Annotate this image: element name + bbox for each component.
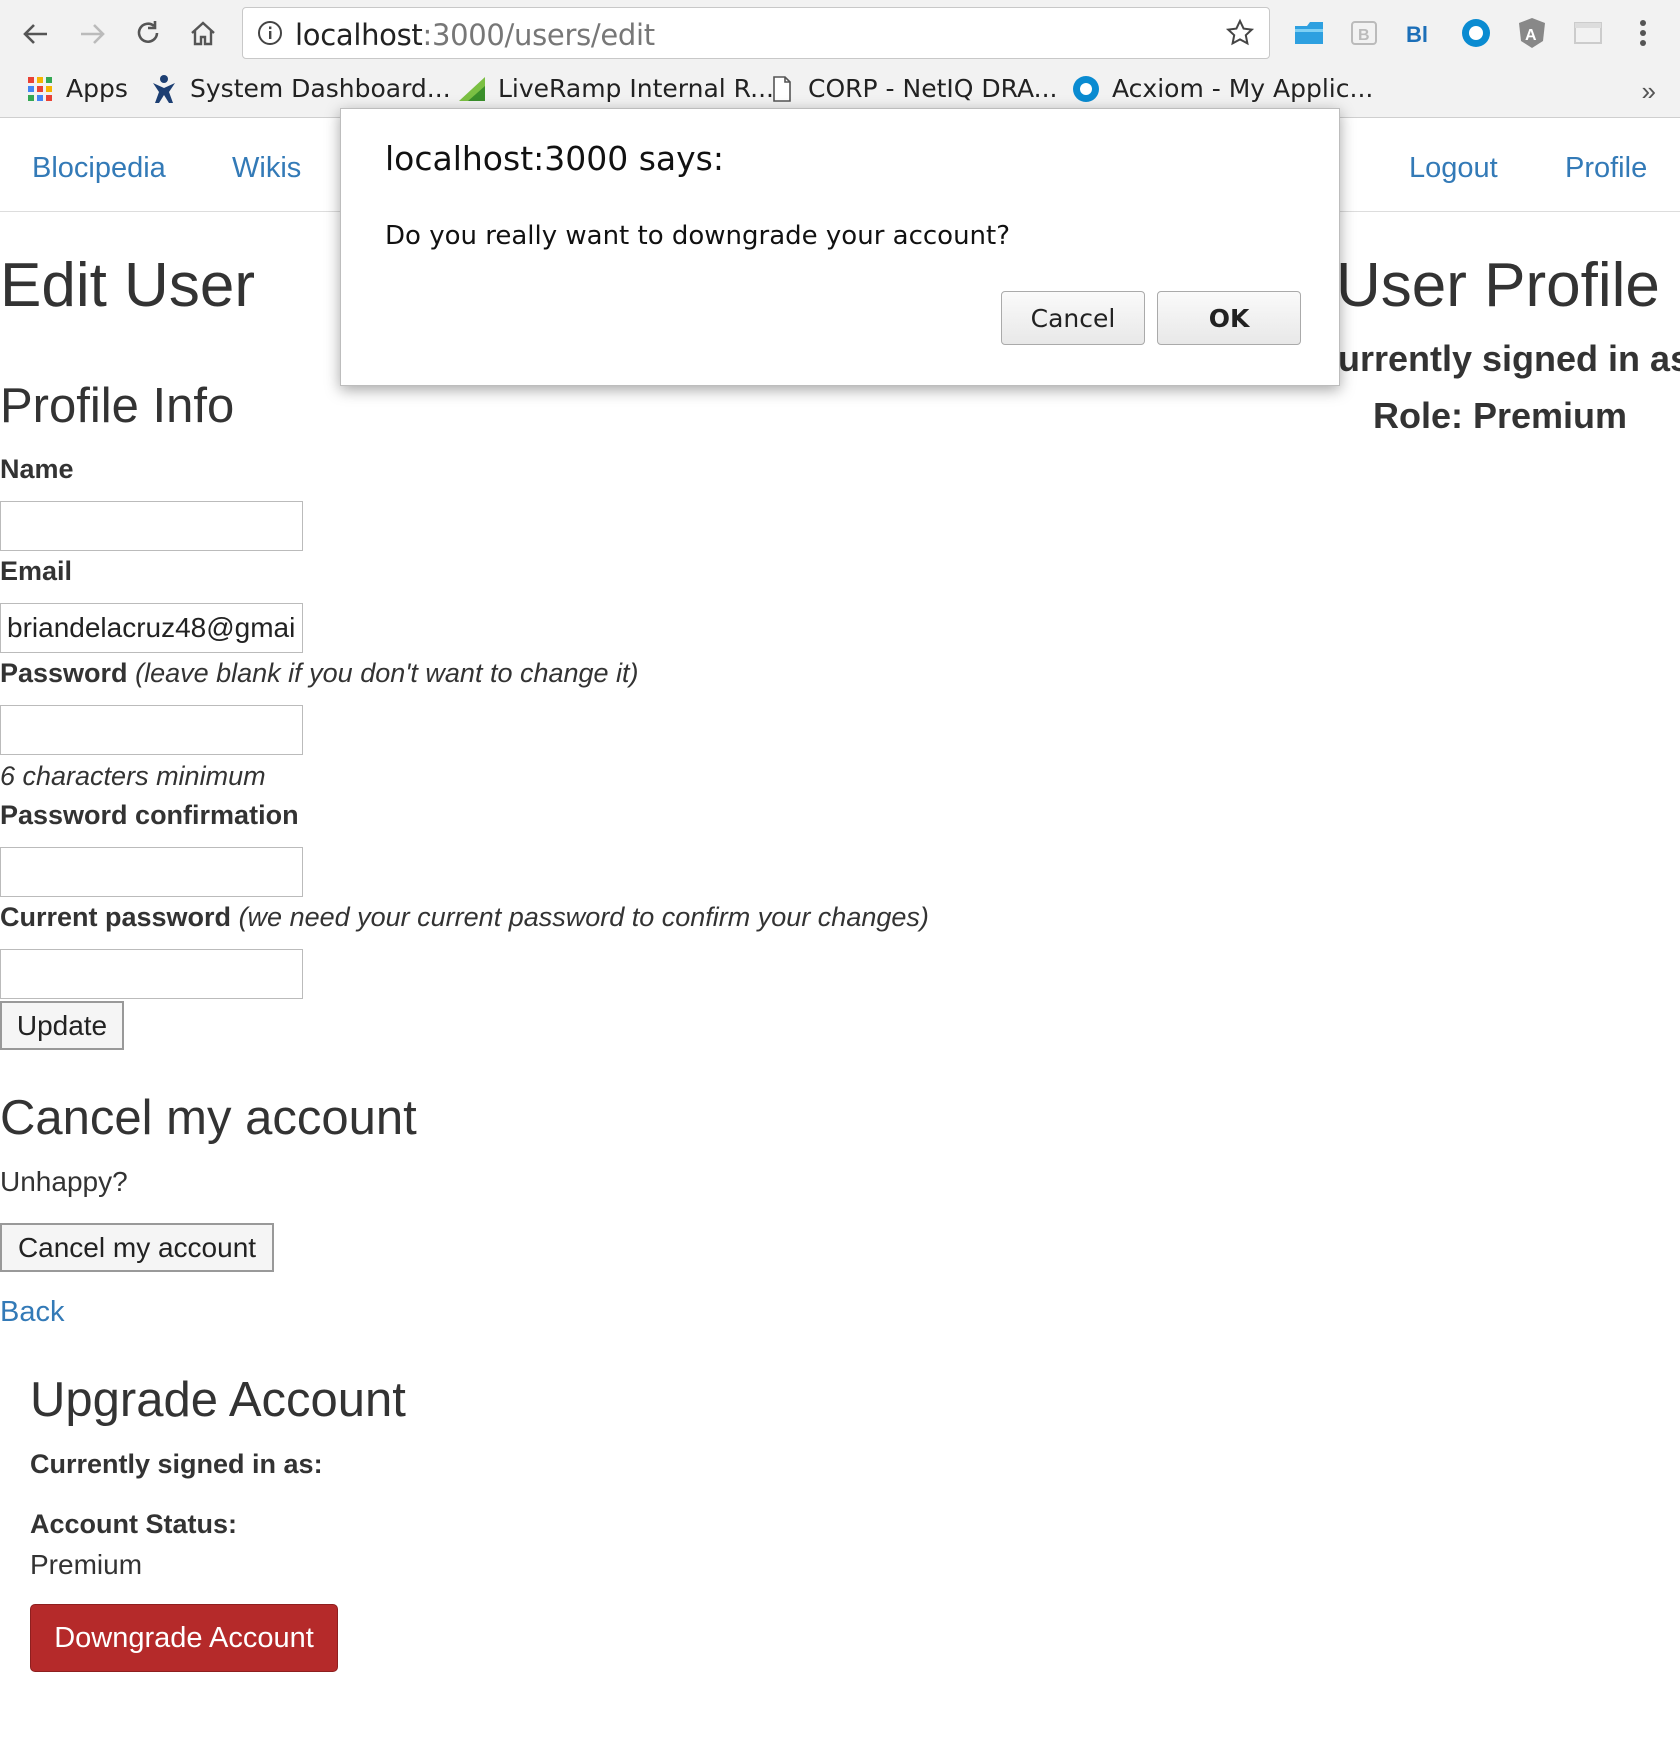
info-icon[interactable] — [257, 20, 283, 51]
cancel-account-heading: Cancel my account — [0, 1091, 417, 1145]
bookmarks-bar: Apps System Dashboard... LiveRamp Intern… — [0, 70, 1680, 110]
dialog-title: localhost:3000 says: — [385, 139, 724, 178]
profile-signed-in-text: urrently signed in as: — [1338, 338, 1680, 379]
extension-b-gray-icon[interactable]: B — [1347, 16, 1381, 50]
current-password-label-text: Current password — [0, 902, 232, 932]
forward-arrow-icon[interactable] — [72, 14, 112, 54]
bookmark-label: Apps — [66, 74, 128, 103]
name-label: Name — [0, 454, 74, 484]
dialog-message: Do you really want to downgrade your acc… — [385, 221, 1011, 251]
svg-text:A: A — [1525, 27, 1537, 44]
password-hint: (leave blank if you don't want to change… — [135, 658, 639, 688]
reload-icon[interactable] — [128, 14, 168, 54]
url-text: localhost:3000/users/edit — [295, 18, 655, 52]
profile-role-text: Role: Premium — [1373, 395, 1628, 436]
name-input[interactable] — [0, 501, 303, 551]
person-figure-icon — [150, 74, 178, 103]
bookmark-acxiom[interactable]: Acxiom - My Applic... — [1072, 74, 1373, 103]
browser-chrome: localhost:3000/users/edit B Bl A Apps Sy… — [0, 0, 1680, 118]
liveramp-icon — [458, 75, 486, 103]
bookmark-star-icon[interactable] — [1225, 18, 1255, 53]
email-input[interactable] — [0, 603, 303, 653]
back-link[interactable]: Back — [0, 1296, 64, 1329]
acxiom-ring-icon — [1072, 75, 1100, 103]
extension-folder-icon[interactable] — [1292, 16, 1326, 50]
password-confirmation-label: Password confirmation — [0, 800, 299, 830]
bookmark-corp-netiq[interactable]: CORP - NetIQ DRA... — [768, 74, 1058, 103]
extension-window-icon[interactable] — [1571, 16, 1605, 50]
account-status-value: Premium — [30, 1549, 143, 1580]
nav-brand-link[interactable]: Blocipedia — [32, 152, 166, 185]
url-path: :3000/users/edit — [422, 18, 655, 52]
bookmark-apps[interactable]: Apps — [26, 74, 128, 103]
nav-wikis-link[interactable]: Wikis — [232, 152, 301, 185]
svg-text:Bl: Bl — [1406, 22, 1428, 47]
bookmark-system-dashboard[interactable]: System Dashboard... — [150, 74, 451, 103]
unhappy-text: Unhappy? — [0, 1166, 128, 1197]
downgrade-account-button[interactable]: Downgrade Account — [30, 1604, 338, 1672]
password-label-text: Password — [0, 658, 128, 688]
user-profile-heading: User Profile — [1336, 251, 1660, 320]
home-icon[interactable] — [183, 14, 223, 54]
bookmark-label: LiveRamp Internal R... — [498, 74, 774, 103]
bookmark-label: System Dashboard... — [190, 74, 451, 103]
upgrade-signed-in-label: Currently signed in as: — [30, 1449, 323, 1479]
bookmark-label: CORP - NetIQ DRA... — [808, 74, 1058, 103]
cancel-account-button[interactable]: Cancel my account — [0, 1223, 274, 1272]
upgrade-account-heading: Upgrade Account — [30, 1373, 406, 1427]
apps-grid-icon — [26, 75, 54, 103]
password-confirmation-input[interactable] — [0, 847, 303, 897]
current-password-input[interactable] — [0, 949, 303, 999]
extension-b-blue-icon[interactable]: Bl — [1403, 16, 1437, 50]
nav-profile-link[interactable]: Profile — [1565, 152, 1647, 185]
address-bar[interactable]: localhost:3000/users/edit — [242, 7, 1270, 59]
page-icon — [768, 75, 796, 103]
password-input[interactable] — [0, 705, 303, 755]
extension-ring-icon[interactable] — [1459, 16, 1493, 50]
url-host: localhost — [295, 18, 423, 52]
update-button[interactable]: Update — [0, 1001, 124, 1050]
profile-info-heading: Profile Info — [0, 379, 235, 433]
bookmark-label: Acxiom - My Applic... — [1112, 74, 1374, 103]
dialog-cancel-button[interactable]: Cancel — [1001, 291, 1145, 345]
nav-logout-link[interactable]: Logout — [1409, 152, 1498, 185]
page-title: Edit User — [0, 251, 255, 320]
current-password-label: Current password (we need your current p… — [0, 902, 929, 933]
svg-text:B: B — [1358, 27, 1370, 44]
bookmark-liveramp[interactable]: LiveRamp Internal R... — [458, 74, 774, 103]
back-arrow-icon[interactable] — [16, 14, 56, 54]
confirm-dialog: localhost:3000 says: Do you really want … — [340, 108, 1340, 386]
password-min-hint: 6 characters minimum — [0, 761, 266, 791]
password-label: Password (leave blank if you don't want … — [0, 658, 639, 689]
extension-angular-icon[interactable]: A — [1515, 16, 1549, 50]
bookmarks-more-icon[interactable]: » — [1642, 76, 1656, 107]
account-status-label: Account Status: — [30, 1509, 238, 1539]
dialog-ok-button[interactable]: OK — [1157, 291, 1301, 345]
current-password-hint: (we need your current password to confir… — [238, 902, 929, 932]
menu-dots-icon[interactable] — [1626, 16, 1660, 50]
email-label: Email — [0, 556, 73, 586]
